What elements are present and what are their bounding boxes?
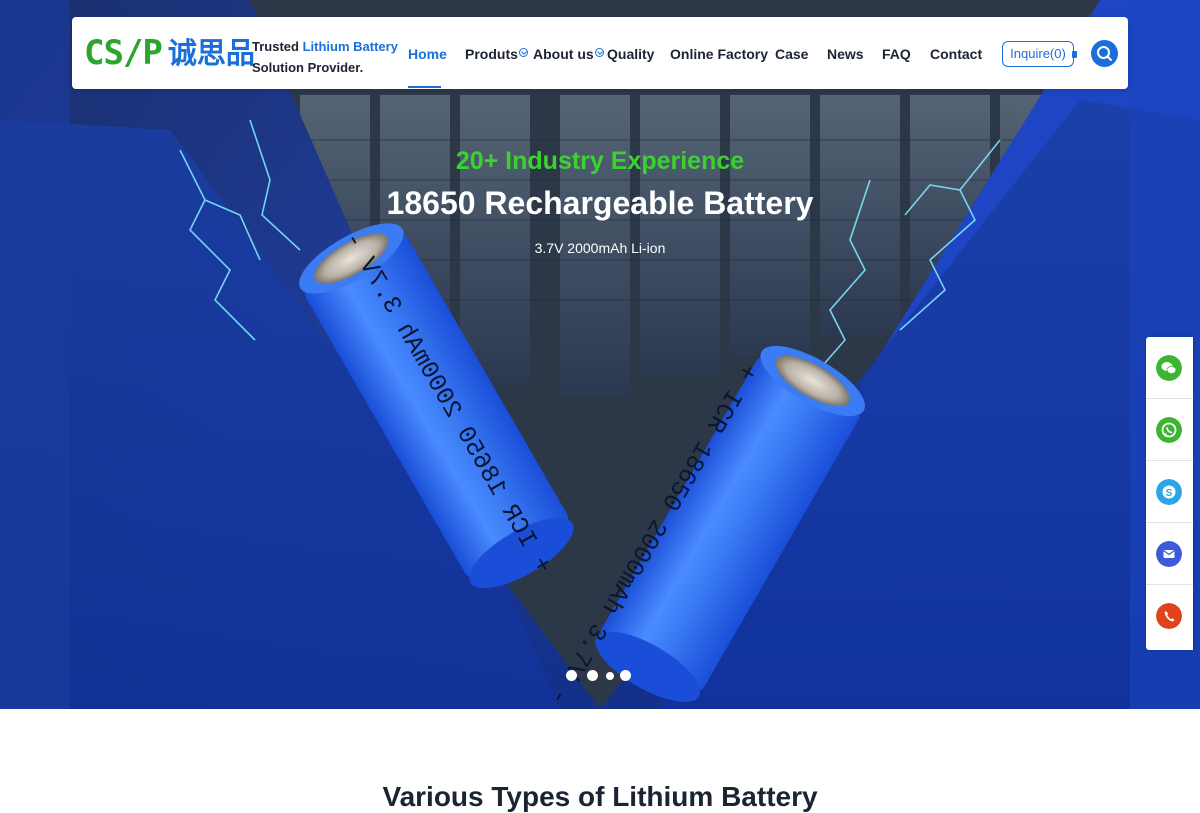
tagline-highlight: Lithium Battery [302, 39, 398, 54]
contact-phone[interactable] [1146, 585, 1193, 647]
contact-whatsapp[interactable] [1146, 399, 1193, 461]
search-button[interactable] [1091, 40, 1118, 67]
email-icon [1156, 541, 1182, 567]
inquire-button[interactable]: Inquire(0) [1002, 41, 1077, 67]
wechat-icon [1156, 355, 1182, 381]
svg-text:S: S [1166, 488, 1173, 499]
nav-about-label: About us [533, 46, 594, 62]
slider-dot-4[interactable] [620, 670, 631, 681]
hero-title: 18650 Rechargeable Battery [386, 185, 814, 221]
nav-active-indicator [408, 86, 441, 88]
nav-home[interactable]: Home [408, 46, 447, 62]
contact-wechat[interactable] [1146, 337, 1193, 399]
logo-text-en: CS/P [84, 33, 163, 73]
nav-quality[interactable]: Quality [607, 46, 654, 62]
section-title: Various Types of Lithium Battery [382, 781, 818, 812]
tagline-line2: Solution Provider. [252, 60, 364, 75]
nav-products-label: Produts [465, 46, 518, 62]
nav-news[interactable]: News [827, 46, 864, 62]
slider-dot-3[interactable] [606, 672, 614, 680]
nav-case[interactable]: Case [775, 46, 808, 62]
slider-dot-1[interactable] [566, 670, 577, 681]
whatsapp-icon [1156, 417, 1182, 443]
site-header: CS/P 诚思品 Trusted Lithium Battery Solutio… [72, 17, 1128, 89]
tagline-prefix: Trusted [252, 39, 303, 54]
nav-products[interactable]: Produts [465, 46, 528, 62]
slider-dot-2[interactable] [587, 670, 598, 681]
phone-icon [1156, 603, 1182, 629]
nav-contact[interactable]: Contact [930, 46, 982, 62]
nav-online-factory[interactable]: Online Factory [670, 46, 768, 62]
nav-faq[interactable]: FAQ [882, 46, 911, 62]
contact-skype[interactable]: S [1146, 461, 1193, 523]
nav-about-us[interactable]: About us [533, 46, 604, 62]
site-logo[interactable]: CS/P 诚思品 [84, 35, 255, 71]
chevron-down-icon [594, 48, 604, 57]
logo-text-cn: 诚思品 [167, 36, 255, 70]
search-icon [1097, 46, 1112, 61]
skype-icon: S [1156, 479, 1182, 505]
hero-kicker: 20+ Industry Experience [455, 147, 745, 175]
floating-contact-bar: S [1146, 337, 1193, 650]
site-tagline: Trusted Lithium Battery Solution Provide… [252, 36, 398, 78]
hero-banner: + ICR 18650 2000mAh 3.7V - + ICR 18650 2… [0, 0, 1200, 709]
contact-email[interactable] [1146, 523, 1193, 585]
page: + ICR 18650 2000mAh 3.7V - + ICR 18650 2… [0, 0, 1200, 813]
chevron-down-icon [518, 48, 528, 57]
hero-subtitle: 3.7V 2000mAh Li-ion [534, 240, 666, 256]
